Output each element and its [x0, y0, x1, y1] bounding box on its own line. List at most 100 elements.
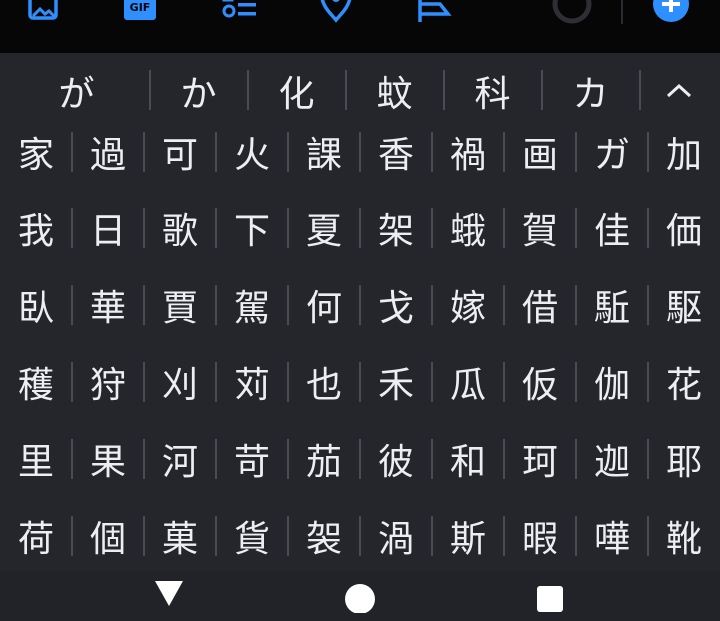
candidate-divider: [639, 70, 641, 110]
grid-cell[interactable]: 架: [360, 189, 432, 267]
grid-cell[interactable]: 日: [72, 189, 144, 267]
grid-cell[interactable]: 也: [288, 343, 360, 421]
grid-cell[interactable]: 賀: [504, 189, 576, 267]
grid-cell[interactable]: 花: [648, 343, 720, 421]
grid-cell[interactable]: 苅: [216, 343, 288, 421]
grid-divider: [503, 439, 505, 479]
grid-cell[interactable]: 彼: [360, 420, 432, 498]
grid-cell[interactable]: 夏: [288, 189, 360, 267]
candidate-1[interactable]: が: [28, 67, 125, 115]
grid-cell[interactable]: 狩: [72, 343, 144, 421]
grid-divider: [71, 285, 73, 325]
toolbar-divider: [621, 0, 623, 24]
grid-cell[interactable]: 画: [504, 113, 576, 191]
recents-button[interactable]: [520, 579, 580, 613]
gif-icon[interactable]: GIF: [118, 0, 162, 26]
grid-divider: [431, 208, 433, 248]
grid-cell[interactable]: 可: [144, 113, 216, 191]
svg-text:GIF: GIF: [130, 1, 151, 14]
toolbar: GIF: [0, 0, 720, 53]
grid-cell[interactable]: 加: [648, 113, 720, 191]
grid-divider: [431, 285, 433, 325]
keyboard: が か 化 蚊 科 カ 家 過 可 火 課 香 禍 画 ガ 加 我 日 歌 下: [0, 53, 720, 571]
grid-divider: [431, 516, 433, 556]
back-button[interactable]: [139, 579, 199, 613]
grid-cell[interactable]: 価: [648, 189, 720, 267]
grid-cell[interactable]: 袈: [288, 497, 360, 575]
grid-cell[interactable]: 賈: [144, 266, 216, 344]
grid-cell[interactable]: 瓜: [432, 343, 504, 421]
grid-cell[interactable]: 穫: [0, 343, 72, 421]
grid-cell[interactable]: 渦: [360, 497, 432, 575]
grid-cell[interactable]: 菓: [144, 497, 216, 575]
grid-divider: [287, 439, 289, 479]
grid-cell[interactable]: 駈: [576, 266, 648, 344]
grid-divider: [647, 208, 649, 248]
grid-cell[interactable]: 伽: [576, 343, 648, 421]
grid-cell[interactable]: 暇: [504, 497, 576, 575]
candidate-2[interactable]: か: [150, 67, 247, 115]
grid-divider: [575, 208, 577, 248]
grid-divider: [359, 516, 361, 556]
grid-cell[interactable]: 迦: [576, 420, 648, 498]
grid-cell[interactable]: 嘩: [576, 497, 648, 575]
grid-divider: [143, 132, 145, 172]
grid-cell[interactable]: 課: [288, 113, 360, 191]
grid-cell[interactable]: 茄: [288, 420, 360, 498]
candidate-6[interactable]: カ: [542, 67, 639, 115]
grid-divider: [215, 362, 217, 402]
grid-cell[interactable]: 珂: [504, 420, 576, 498]
grid-divider: [503, 208, 505, 248]
grid-cell[interactable]: 借: [504, 266, 576, 344]
add-icon[interactable]: [648, 0, 694, 26]
grid-cell[interactable]: 歌: [144, 189, 216, 267]
flag-icon[interactable]: [410, 0, 458, 26]
circle-icon: [548, 0, 596, 26]
grid-divider: [215, 516, 217, 556]
grid-cell[interactable]: 河: [144, 420, 216, 498]
grid-cell[interactable]: 耶: [648, 420, 720, 498]
grid-cell[interactable]: 靴: [648, 497, 720, 575]
grid-cell[interactable]: 果: [72, 420, 144, 498]
grid-cell[interactable]: 斯: [432, 497, 504, 575]
collapse-candidates-button[interactable]: [645, 67, 720, 115]
grid-cell[interactable]: 下: [216, 189, 288, 267]
grid-cell[interactable]: 駆: [648, 266, 720, 344]
grid-cell[interactable]: 嫁: [432, 266, 504, 344]
grid-cell[interactable]: 禍: [432, 113, 504, 191]
grid-cell[interactable]: 禾: [360, 343, 432, 421]
grid-cell[interactable]: 臥: [0, 266, 72, 344]
grid-divider: [647, 285, 649, 325]
grid-cell[interactable]: 火: [216, 113, 288, 191]
grid-cell[interactable]: 佳: [576, 189, 648, 267]
grid-divider: [359, 285, 361, 325]
grid-divider: [287, 362, 289, 402]
grid-cell[interactable]: 我: [0, 189, 72, 267]
grid-cell[interactable]: 蛾: [432, 189, 504, 267]
grid-cell[interactable]: 個: [72, 497, 144, 575]
candidate-4[interactable]: 蚊: [346, 67, 443, 115]
grid-divider: [647, 362, 649, 402]
candidate-5[interactable]: 科: [444, 67, 541, 115]
grid-cell[interactable]: 仮: [504, 343, 576, 421]
home-button[interactable]: [330, 579, 390, 614]
grid-cell[interactable]: ガ: [576, 113, 648, 191]
grid-cell[interactable]: 何: [288, 266, 360, 344]
grid-cell[interactable]: 刈: [144, 343, 216, 421]
grid-cell[interactable]: 家: [0, 113, 72, 191]
image-icon[interactable]: [24, 0, 64, 26]
grid-cell[interactable]: 貨: [216, 497, 288, 575]
candidate-3[interactable]: 化: [248, 67, 345, 115]
grid-divider: [431, 132, 433, 172]
grid-cell[interactable]: 苛: [216, 420, 288, 498]
grid-cell[interactable]: 香: [360, 113, 432, 191]
grid-cell[interactable]: 里: [0, 420, 72, 498]
grid-cell[interactable]: 華: [72, 266, 144, 344]
grid-cell[interactable]: 荷: [0, 497, 72, 575]
grid-cell[interactable]: 駕: [216, 266, 288, 344]
clipboard-list-icon[interactable]: [214, 0, 262, 26]
grid-cell[interactable]: 戈: [360, 266, 432, 344]
grid-cell[interactable]: 和: [432, 420, 504, 498]
location-icon[interactable]: [316, 0, 356, 26]
grid-cell[interactable]: 過: [72, 113, 144, 191]
